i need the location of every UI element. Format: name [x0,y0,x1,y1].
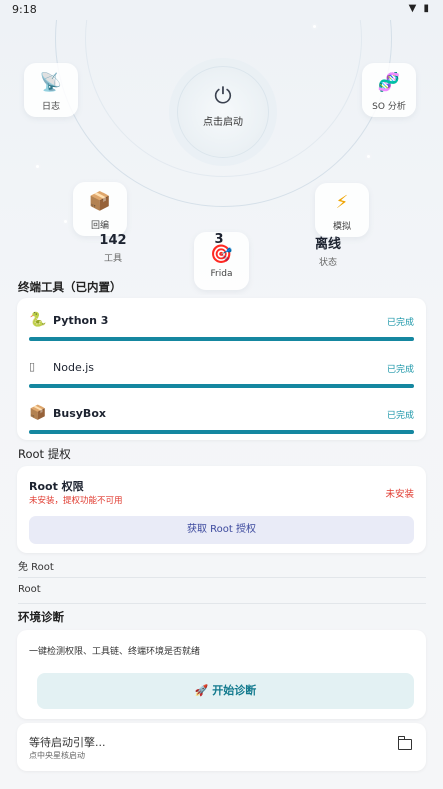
terminal-tools-card: 🐍 Python 3 已完成 ▯ Node.js 已完成 📦 BusyBox 已… [17,298,426,440]
divider [18,577,426,578]
power-button[interactable]: ⏻ 点击启动 [177,66,269,158]
tool-row[interactable]: 📦 BusyBox 已完成 [29,405,414,445]
status-time: 9:18 [12,3,37,16]
stat-status-value: 离线 [314,237,341,252]
tool-status: 已完成 [386,318,414,328]
diagnose-card: 一键检测权限、工具链、终端环境是否就绪 🚀 开始诊断 [17,630,426,719]
stat-status: 离线 状态 [293,233,363,268]
power-label: 点击启动 [203,117,243,128]
root-card: Root 权限 未安装，提权功能不可用 未安装 获取 Root 授权 [17,466,426,553]
root-label[interactable]: Root [18,584,41,595]
tile-frida-label: Frida [210,269,233,279]
tool-row[interactable]: ▯ Node.js 已完成 [29,359,414,399]
star-dot [367,155,370,158]
diagnose-section-title: 环境诊断 [18,610,64,624]
package-icon: 📦 [88,191,112,212]
stat-tools: 142 工具 [78,233,148,264]
lightning-icon: ⚡ [335,192,349,213]
tool-name: Python 3 [53,314,109,327]
tool-name: BusyBox [53,407,106,420]
tool-row[interactable]: 🐍 Python 3 已完成 [29,312,414,352]
stat-status-key: 状态 [318,258,337,268]
star-dot [64,220,67,223]
progress-fill [29,384,414,388]
tool-status: 已完成 [386,411,414,421]
status-bar: 9:18 ▼ ▮ [0,0,443,20]
progress-bar [29,337,414,341]
root-permission-sub: 未安装，提权功能不可用 [29,496,123,506]
tool-name: Node.js [53,361,94,374]
star-dot [36,165,39,168]
progress-fill [29,430,414,434]
no-root-label[interactable]: 免 Root [18,558,54,573]
tile-recompile[interactable]: 📦 回编 [73,182,127,236]
satellite-icon: 📡 [39,72,63,93]
stat-tools-value: 142 [99,233,127,248]
dna-icon: 🧬 [377,72,401,93]
log-card: 等待启动引擎... 点中央星核启动 [17,723,426,771]
power-icon: ⏻ [214,84,232,109]
stat-count: 3 [184,232,254,247]
get-root-button[interactable]: 获取 Root 授权 [29,516,414,544]
diagnose-description: 一键检测权限、工具链、终端环境是否就绪 [29,647,201,657]
divider [18,603,426,604]
status-icons: ▼ ▮ [408,3,431,14]
stat-count-value: 3 [214,232,224,247]
tile-emulate[interactable]: ⚡ 模拟 [315,183,369,237]
python-icon: 🐍 [29,312,47,328]
tool-status: 已完成 [386,365,414,375]
target-icon: 🎯 [210,244,233,265]
star-dot [313,25,316,28]
hero-panel: ⏻ 点击启动 📡 日志 🧬 SO 分析 📦 回编 ⚡ 模拟 142 工具 离线 … [0,20,443,295]
package-icon: 📦 [29,405,47,421]
tile-emulate-label: 模拟 [332,222,351,232]
log-subtitle: 点中央星核启动 [29,751,85,760]
start-diagnose-button[interactable]: 🚀 开始诊断 [37,673,414,709]
folder-icon[interactable] [397,736,412,750]
log-title: 等待启动引擎... [29,736,106,749]
tile-so-analysis[interactable]: 🧬 SO 分析 [362,63,416,117]
stat-tools-key: 工具 [103,254,122,264]
progress-fill [29,337,414,341]
progress-bar [29,384,414,388]
terminal-section-title: 终端工具（已内置） [18,280,122,294]
tile-log-label: 日志 [41,102,60,112]
root-permission-label: Root 权限 [29,480,84,493]
tile-log[interactable]: 📡 日志 [24,63,78,117]
progress-bar [29,430,414,434]
root-status-badge: 未安装 [385,489,414,500]
tile-recompile-label: 回编 [90,221,109,231]
root-section-title: Root 提权 [18,447,71,461]
nodejs-icon: ▯ [29,360,36,373]
tile-so-label: SO 分析 [372,102,406,112]
